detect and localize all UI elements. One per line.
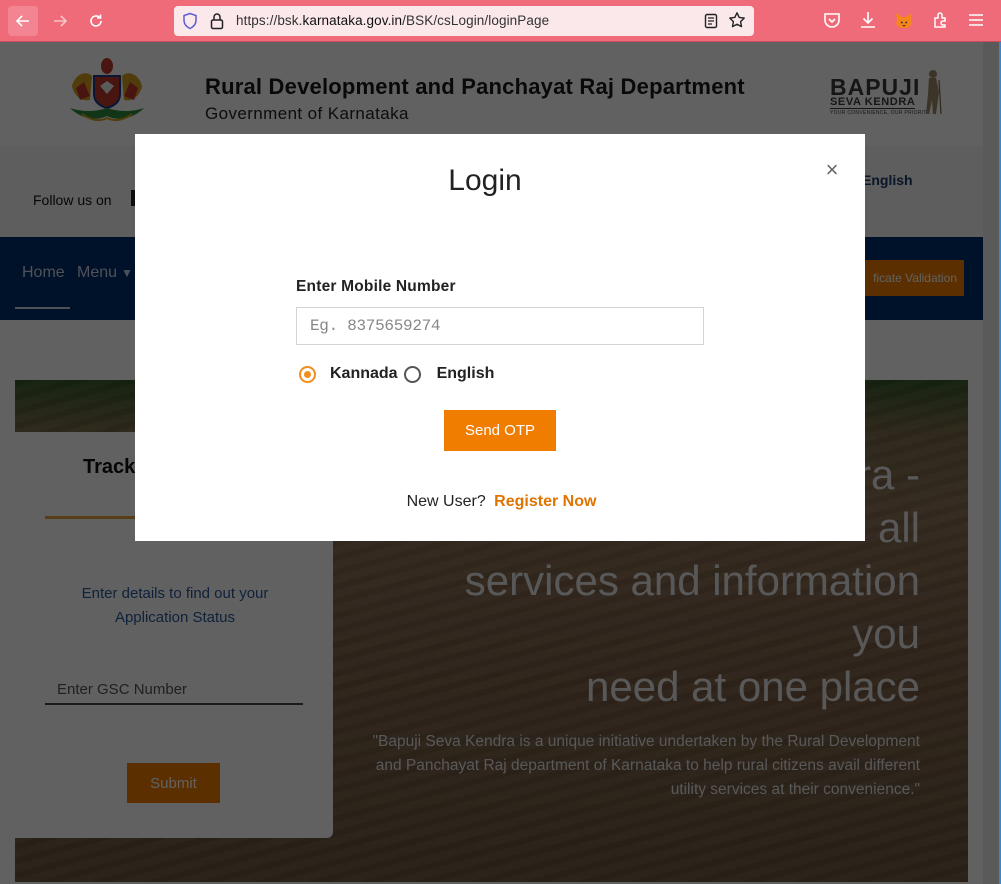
back-button[interactable]	[8, 6, 38, 36]
url-text[interactable]: https://bsk.karnataka.gov.in/BSK/csLogin…	[236, 13, 549, 28]
reader-view-icon[interactable]	[704, 13, 718, 29]
lock-icon[interactable]	[210, 12, 224, 30]
url-host: karnataka.gov.in	[302, 13, 403, 28]
radio-kannada[interactable]	[299, 365, 316, 383]
modal-title: Login	[448, 164, 522, 197]
back-icon	[15, 15, 29, 27]
bookmark-star-icon[interactable]	[728, 11, 746, 29]
radio-english[interactable]	[403, 365, 421, 383]
pocket-icon[interactable]	[822, 10, 842, 30]
radio-kannada-label[interactable]: Kannada	[330, 365, 398, 383]
url-prefix: https://bsk.	[236, 13, 303, 28]
radio-english-label[interactable]: English	[437, 365, 495, 383]
close-icon[interactable]: ×	[823, 159, 841, 181]
reload-button[interactable]	[81, 6, 111, 36]
metamask-fox-icon[interactable]	[894, 10, 914, 30]
mobile-number-input[interactable]	[296, 307, 704, 345]
login-modal: Login × Enter Mobile Number Kannada Engl…	[135, 134, 865, 541]
browser-toolbar: https://bsk.karnataka.gov.in/BSK/csLogin…	[0, 0, 1001, 42]
send-otp-button[interactable]: Send OTP	[444, 410, 556, 451]
forward-icon	[54, 15, 68, 27]
language-radio-group: Kannada English	[299, 363, 494, 385]
reload-icon	[90, 14, 102, 27]
url-path: /BSK/csLogin/loginPage	[402, 13, 550, 28]
new-user-text: New User?	[406, 493, 486, 510]
new-user-row: New User? Register Now	[135, 493, 865, 511]
tracking-shield-icon[interactable]	[182, 12, 198, 30]
mobile-number-label: Enter Mobile Number	[296, 278, 456, 295]
extensions-icon[interactable]	[930, 10, 950, 30]
register-now-link[interactable]: Register Now	[494, 493, 596, 510]
download-icon[interactable]	[858, 10, 878, 30]
address-bar[interactable]: https://bsk.karnataka.gov.in/BSK/csLogin…	[174, 6, 754, 36]
forward-button[interactable]	[45, 6, 75, 36]
page-scrollbar[interactable]	[983, 42, 1001, 884]
hamburger-menu-icon[interactable]	[966, 10, 986, 30]
